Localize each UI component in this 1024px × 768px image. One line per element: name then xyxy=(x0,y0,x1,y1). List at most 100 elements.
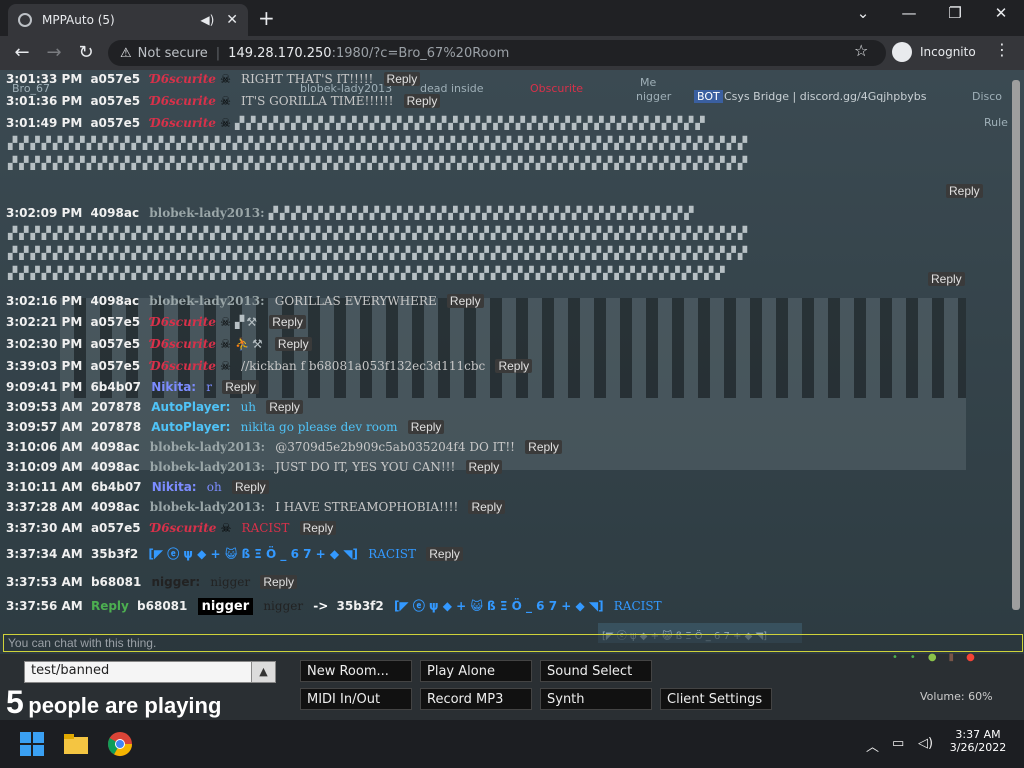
user-id: 6b4b07 xyxy=(90,480,142,494)
bookmark-star-icon[interactable]: ☆ xyxy=(854,41,868,60)
user-name: nigger: xyxy=(151,575,201,589)
user-name: Ɗ6scurite xyxy=(150,72,216,86)
message-time: 3:02:30 PM xyxy=(6,337,83,351)
reply-button[interactable]: Reply xyxy=(274,337,312,351)
play-alone-button[interactable]: Play Alone xyxy=(420,660,532,682)
user-name: Nikita: xyxy=(151,480,197,494)
gorilla-emoji-spam: ▞▞▞▞▞▞▞▞▞▞▞▞▞▞▞▞▞▞▞▞▞▞▞▞▞▞▞▞▞▞▞▞▞▞▞▞▞▞▞▞… xyxy=(235,116,707,130)
message-text: @3709d5e2b909c5ab035204f4 DO IT!! xyxy=(275,440,515,454)
new-room-button[interactable]: New Room... xyxy=(300,660,412,682)
user-id: a057e5 xyxy=(90,521,141,535)
new-tab-icon[interactable]: + xyxy=(258,6,275,30)
reply-button[interactable]: Reply xyxy=(299,521,337,535)
target-message-text: RACIST xyxy=(613,599,662,613)
chat-message: 3:37:30 AM a057e5 Ɗ6scurite ☠ RACIST Rep… xyxy=(6,521,337,535)
reload-icon[interactable]: ↻ xyxy=(74,42,98,63)
client-settings-button[interactable]: Client Settings xyxy=(660,688,772,710)
reply-button[interactable]: Reply xyxy=(468,500,506,514)
user-id: 4098ac xyxy=(90,460,140,474)
reply-button[interactable]: Reply xyxy=(426,547,463,561)
skull-icon: ☠ xyxy=(220,116,231,130)
tab-search-icon[interactable]: ⌄ xyxy=(848,4,878,22)
chat-message: 3:37:56 AM Reply b68081 nigger nigger ->… xyxy=(6,597,662,615)
scrollbar-thumb[interactable] xyxy=(1012,80,1020,610)
minimize-icon[interactable]: — xyxy=(894,4,924,22)
chat-message: 3:01:33 PM a057e5 Ɗ6scurite ☠ RIGHT THAT… xyxy=(6,72,421,86)
room-select[interactable]: test/banned ▲ xyxy=(24,661,276,683)
back-icon[interactable]: ← xyxy=(10,42,34,63)
warning-icon: ⚠ xyxy=(120,45,132,61)
chrome-icon[interactable] xyxy=(106,730,134,758)
message-time: 3:39:03 PM xyxy=(6,359,83,373)
user-id: a057e5 xyxy=(90,94,141,108)
message-time: 3:02:09 PM xyxy=(6,206,83,220)
clock-date: 3/26/2022 xyxy=(949,741,1007,754)
user-id: b68081 xyxy=(137,599,188,613)
chat-scrollbar[interactable] xyxy=(1008,70,1024,626)
reply-button[interactable]: Reply xyxy=(231,480,269,494)
message-time: 3:37:28 AM xyxy=(6,500,83,514)
incognito-label: Incognito xyxy=(920,45,976,59)
reply-button[interactable]: Reply xyxy=(403,94,441,108)
reply-button[interactable]: Reply xyxy=(465,460,503,474)
clock-time: 3:37 AM xyxy=(955,728,1001,741)
reply-button[interactable]: Reply xyxy=(446,294,484,308)
gorilla-emoji: ▞⚒ xyxy=(235,315,260,329)
message-time: 3:37:34 AM xyxy=(6,547,83,561)
user-name: Ɗ6scurite xyxy=(150,94,216,108)
speaker-icon[interactable]: ◀) xyxy=(200,13,214,27)
user-name: blobek-lady2013: xyxy=(149,500,266,514)
browser-menu-icon[interactable]: ⋮ xyxy=(994,40,1010,59)
file-explorer-icon[interactable] xyxy=(62,730,90,758)
network-icon[interactable]: ▭ xyxy=(892,736,904,751)
close-window-icon[interactable]: ✕ xyxy=(986,4,1016,22)
restore-icon[interactable]: ❐ xyxy=(940,4,970,22)
message-text: GORILLAS EVERYWHERE xyxy=(274,294,437,308)
reply-tag: Reply xyxy=(90,599,129,613)
message-text: oh xyxy=(206,480,222,494)
browser-tab[interactable]: MPPAuto (5) ◀) ✕ xyxy=(8,4,248,36)
user-id: 4098ac xyxy=(90,500,140,514)
user-id: a057e5 xyxy=(90,72,141,86)
triangle-up-icon[interactable]: ▲ xyxy=(251,662,275,682)
reply-button[interactable]: Reply xyxy=(407,420,445,434)
reply-button[interactable]: Reply xyxy=(495,359,533,373)
chat-message: 3:02:30 PM a057e5 Ɗ6scurite ☠ ⛹⚒ Reply xyxy=(6,337,312,351)
volume-icon[interactable]: ◁) xyxy=(918,736,933,751)
reply-button[interactable]: Reply xyxy=(946,184,983,198)
incognito-badge[interactable]: Incognito xyxy=(892,42,976,62)
message-text: uh xyxy=(240,400,257,414)
midi-button[interactable]: MIDI In/Out xyxy=(300,688,412,710)
reply-button[interactable]: Reply xyxy=(525,440,562,454)
chat-message: 3:02:21 PM a057e5 Ɗ6scurite ☠ ▞⚒ Reply xyxy=(6,315,306,329)
reply-button[interactable]: Reply xyxy=(269,315,306,329)
url-path: :1980/?c=Bro_67%20Room xyxy=(331,45,510,61)
reply-button[interactable]: Reply xyxy=(928,272,965,286)
system-clock[interactable]: 3:37 AM 3/26/2022 xyxy=(946,728,1010,754)
reply-button[interactable]: Reply xyxy=(383,72,421,86)
status-dots: • • ● ▮ ● xyxy=(892,652,975,663)
message-text: RACIST xyxy=(368,547,417,561)
user-name: Nikita: xyxy=(151,380,197,394)
windows-start-icon[interactable] xyxy=(18,730,46,758)
forward-icon[interactable]: → xyxy=(42,42,66,63)
message-time: 9:09:41 PM xyxy=(6,380,83,394)
record-mp3-button[interactable]: Record MP3 xyxy=(420,688,532,710)
player-count-number: 5 xyxy=(6,684,24,720)
reply-button[interactable]: Reply xyxy=(266,400,303,414)
reply-button[interactable]: Reply xyxy=(222,380,259,394)
chat-message: 3:01:36 PM a057e5 Ɗ6scurite ☠ IT'S GORIL… xyxy=(6,94,441,108)
address-bar[interactable]: ⚠ Not secure | 149.28.170.250 :1980/?c=B… xyxy=(108,40,886,66)
tray-chevron-icon[interactable]: ︿ xyxy=(866,736,879,755)
chat-message: 3:37:34 AM 35b3f2 [◤ ⓔ ψ ◆ + 😺 ß Ξ Ö _ 6… xyxy=(6,545,463,562)
volume-label[interactable]: Volume: 60% xyxy=(920,690,993,703)
sound-select-button[interactable]: Sound Select xyxy=(540,660,652,682)
synth-button[interactable]: Synth xyxy=(540,688,652,710)
chat-input[interactable] xyxy=(3,634,1023,652)
user-id: 4098ac xyxy=(90,440,140,454)
close-tab-icon[interactable]: ✕ xyxy=(226,12,238,28)
reply-button[interactable]: Reply xyxy=(260,575,298,589)
incognito-icon xyxy=(892,42,912,62)
user-id: 35b3f2 xyxy=(90,547,139,561)
message-time: 3:01:49 PM xyxy=(6,116,83,130)
